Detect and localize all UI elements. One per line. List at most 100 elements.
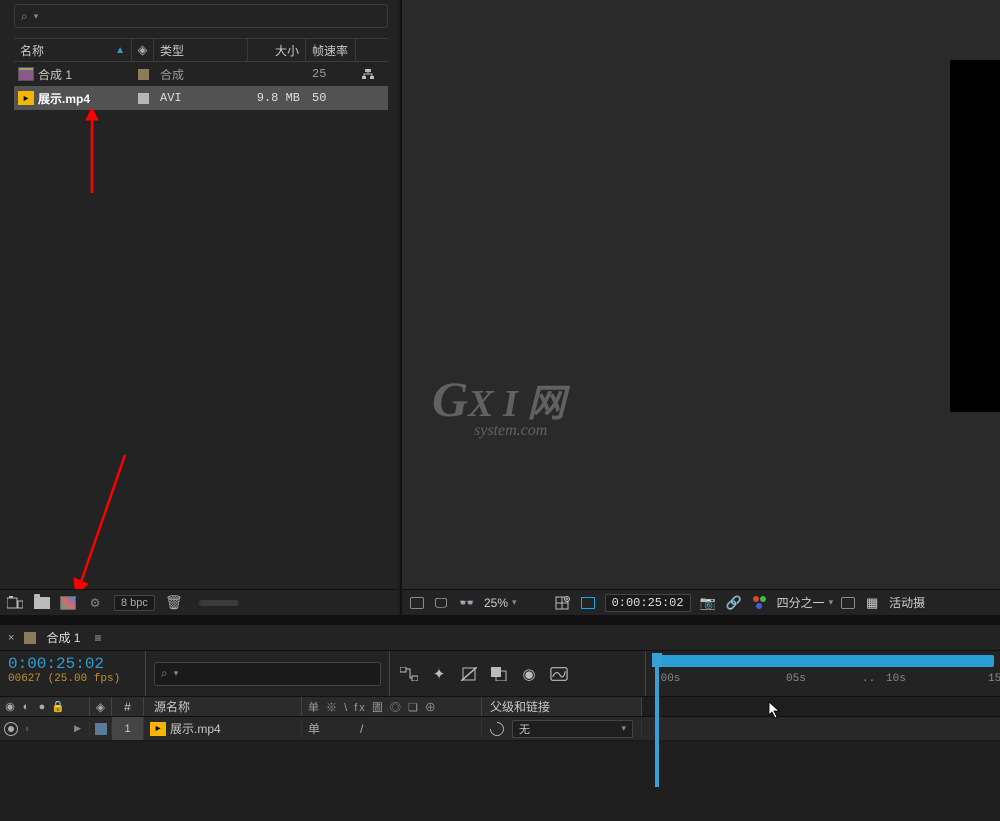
- search-icon: ⌕: [21, 9, 28, 24]
- layer-label-swatch[interactable]: [95, 723, 107, 735]
- interpret-footage-icon[interactable]: [6, 595, 24, 611]
- project-table-header[interactable]: 名称 ▲ ◈ 类型 大小 帧速率: [14, 38, 388, 62]
- channel-icon[interactable]: [751, 594, 769, 612]
- zoom-dropdown[interactable]: 25%▾: [484, 596, 517, 610]
- timecode-sub: 00627 (25.00 fps): [8, 673, 137, 685]
- hide-shy-icon[interactable]: [460, 665, 478, 683]
- timeline-tools: ✦ ◉: [390, 651, 646, 696]
- frame-blend-icon[interactable]: [490, 665, 508, 683]
- tab-menu-icon[interactable]: ≡: [94, 631, 101, 645]
- composition-tab-icon: [24, 632, 36, 644]
- col-parent[interactable]: 父级和链接: [482, 697, 642, 716]
- audio-icon: ◐: [20, 701, 32, 713]
- solo-icon: ●: [36, 701, 48, 713]
- flowchart-icon: [362, 69, 374, 79]
- item-type: AVI: [154, 91, 248, 105]
- table-row[interactable]: 合成 1 合成 25: [14, 62, 388, 86]
- motion-blur-icon[interactable]: ◉: [520, 665, 538, 683]
- search-icon: ⌕: [161, 666, 168, 681]
- mask-icon[interactable]: 👓: [458, 594, 476, 612]
- layer-number: 1: [112, 717, 144, 740]
- monitor-icon[interactable]: 🖵: [432, 594, 450, 612]
- grid-icon[interactable]: [553, 594, 571, 612]
- graph-editor-icon[interactable]: [550, 665, 568, 683]
- playhead[interactable]: [652, 653, 662, 667]
- lock-icon: 🔒: [52, 701, 64, 713]
- ruler-ticks: :00s 05s .. 10s 15: [646, 673, 1000, 693]
- col-extra[interactable]: [356, 39, 380, 61]
- composition-viewer: GX I 网 system.com 🖵 👓 25%▾ 0:00:25:02 📷 …: [400, 0, 1000, 615]
- toggle-alpha-icon[interactable]: [410, 597, 424, 609]
- timeline-search: ⌕ ▾: [146, 651, 390, 696]
- project-search-input[interactable]: ⌕ ▾: [14, 4, 388, 28]
- trash-icon[interactable]: 🗑: [165, 595, 183, 611]
- video-file-icon: ▶: [150, 722, 166, 736]
- resolution-dropdown[interactable]: 四分之一▾: [777, 594, 834, 611]
- item-name: 合成 1: [38, 66, 72, 83]
- switch-label[interactable]: 单: [308, 720, 320, 737]
- parent-dropdown[interactable]: 无 ▾: [512, 720, 633, 738]
- col-source-name[interactable]: 源名称: [144, 697, 302, 716]
- col-size[interactable]: 大小: [248, 39, 306, 61]
- expand-layer-icon[interactable]: ▶: [70, 723, 85, 734]
- sort-ascending-icon: ▲: [115, 45, 125, 56]
- col-av-features[interactable]: ◉ ◐ ● 🔒: [0, 697, 90, 716]
- tab-label[interactable]: 合成 1: [46, 629, 80, 646]
- work-area-bar[interactable]: [652, 655, 994, 667]
- timeline-panel: × 合成 1 ≡ 0:00:25:02 00627 (25.00 fps) ⌕ …: [0, 625, 1000, 800]
- timeline-tabs: × 合成 1 ≡: [0, 625, 1000, 651]
- search-caret: ▾: [174, 668, 179, 679]
- comp-flowchart-icon[interactable]: [400, 665, 418, 683]
- audio-toggle-icon[interactable]: ◐: [22, 723, 34, 735]
- new-folder-icon[interactable]: [34, 597, 50, 609]
- label-swatch[interactable]: [138, 93, 149, 104]
- tag-icon: ◈: [138, 42, 148, 58]
- draft-3d-icon[interactable]: ✦: [430, 665, 448, 683]
- layer-name: 展示.mp4: [170, 720, 221, 737]
- label-swatch[interactable]: [138, 69, 149, 80]
- col-label[interactable]: ◈: [132, 39, 154, 61]
- project-panel: ⌕ ▾ 名称 ▲ ◈ 类型 大小 帧速率 合成 1 合成 25: [0, 0, 398, 615]
- scrollbar-thumb[interactable]: [199, 600, 239, 606]
- time-ruler[interactable]: :00s 05s .. 10s 15: [646, 651, 1000, 696]
- snapshot-icon[interactable]: 📷: [699, 594, 717, 612]
- show-snapshot-icon[interactable]: 🔗: [725, 594, 743, 612]
- layer-row[interactable]: ◐ ▶ 1 ▶ 展示.mp4 单 / 无 ▾: [0, 717, 1000, 741]
- composition-icon: [18, 67, 34, 81]
- col-type[interactable]: 类型: [154, 39, 248, 61]
- current-time-display[interactable]: 0:00:25:02: [605, 594, 691, 612]
- project-footer: ⚙ 8 bpc 🗑: [0, 589, 398, 615]
- video-toggle-icon[interactable]: [4, 722, 18, 736]
- camera-dropdown[interactable]: 活动摄: [889, 594, 925, 611]
- project-table: 名称 ▲ ◈ 类型 大小 帧速率 合成 1 合成 25: [14, 38, 388, 110]
- tag-icon: ◈: [96, 700, 105, 714]
- col-switches[interactable]: 单 ※ \ fx 圕 ◎ ❏ ⊕: [302, 697, 482, 716]
- timecode-block[interactable]: 0:00:25:02 00627 (25.00 fps): [0, 651, 146, 696]
- col-fps[interactable]: 帧速率: [306, 39, 356, 61]
- mask-visibility-icon[interactable]: [579, 594, 597, 612]
- switch-slash[interactable]: /: [360, 722, 363, 736]
- col-track-area: [642, 697, 1000, 716]
- tab-close-icon[interactable]: ×: [8, 632, 14, 644]
- timeline-search-input[interactable]: ⌕ ▾: [154, 662, 381, 686]
- item-fps: 25: [306, 67, 356, 81]
- project-settings-icon[interactable]: ⚙: [86, 595, 104, 611]
- search-caret: ▾: [34, 11, 39, 22]
- preview-canvas[interactable]: [950, 60, 1000, 412]
- new-composition-icon[interactable]: [60, 596, 76, 610]
- col-name[interactable]: 名称 ▲: [14, 39, 132, 61]
- timeline-body[interactable]: [0, 741, 1000, 821]
- item-type: 合成: [154, 66, 248, 83]
- roi-icon[interactable]: [841, 597, 855, 609]
- video-file-icon: ▶: [18, 91, 34, 105]
- transparency-grid-icon[interactable]: ▦: [863, 594, 881, 612]
- table-row[interactable]: ▶ 展示.mp4 AVI 9.8 MB 50: [14, 86, 388, 110]
- watermark-text: GX I 网 system.com: [432, 370, 565, 440]
- col-label[interactable]: ◈: [90, 697, 112, 716]
- layer-columns-header: ◉ ◐ ● 🔒 ◈ # 源名称 单 ※ \ fx 圕 ◎ ❏ ⊕ 父级和链接: [0, 697, 1000, 717]
- col-number[interactable]: #: [112, 697, 144, 716]
- pickwhip-icon[interactable]: [487, 719, 507, 739]
- panel-divider[interactable]: [0, 615, 1000, 625]
- timeline-header: 0:00:25:02 00627 (25.00 fps) ⌕ ▾ ✦ ◉: [0, 651, 1000, 697]
- color-depth-button[interactable]: 8 bpc: [114, 595, 155, 611]
